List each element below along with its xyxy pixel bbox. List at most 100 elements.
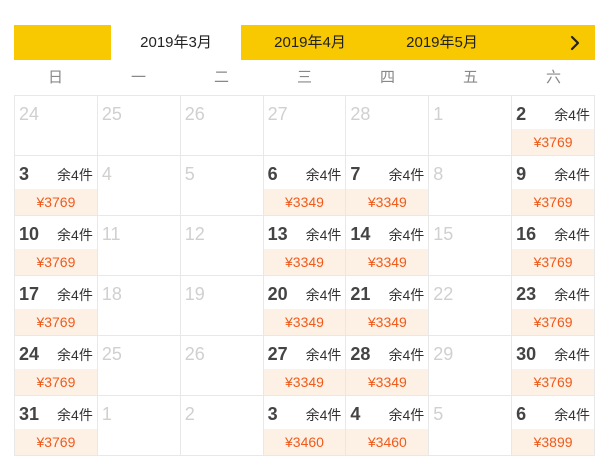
calendar-day-available[interactable]: 9 余4件 ¥3769 xyxy=(512,156,595,216)
calendar-day-disabled: 22 xyxy=(429,276,513,336)
price-label: ¥3460 xyxy=(346,429,429,455)
calendar-day-available[interactable]: 4 余4件 ¥3460 xyxy=(346,396,430,456)
weekday-tue: 二 xyxy=(213,69,229,86)
calendar-day-disabled: 26 xyxy=(180,336,264,396)
calendar-day-disabled: 1 xyxy=(429,96,513,156)
next-month-button[interactable] xyxy=(563,25,587,60)
day-number: 28 xyxy=(350,344,371,364)
calendar-day-available[interactable]: 23 余4件 ¥3769 xyxy=(512,276,595,336)
day-number: 20 xyxy=(267,284,288,304)
price-label: ¥3349 xyxy=(346,189,429,215)
day-number: 28 xyxy=(350,104,371,124)
calendar-day-available[interactable]: 20 余4件 ¥3349 xyxy=(263,276,347,336)
calendar-day-disabled: 5 xyxy=(180,156,264,216)
price-label: ¥3769 xyxy=(512,249,594,275)
price-label: ¥3349 xyxy=(263,309,346,335)
day-number: 19 xyxy=(184,284,205,304)
calendar-day-available[interactable]: 3 余4件 ¥3460 xyxy=(263,396,347,456)
calendar-day-available[interactable]: 31 余4件 ¥3769 xyxy=(15,396,98,456)
day-number: 16 xyxy=(516,224,537,244)
calendar-day-disabled: 25 xyxy=(97,96,181,156)
day-number: 21 xyxy=(350,284,371,304)
stock-label: 余4件 xyxy=(305,167,342,183)
calendar-day-available[interactable]: 3 余4件 ¥3769 xyxy=(15,156,98,216)
calendar-day-available[interactable]: 2 余4件 ¥3769 xyxy=(512,96,595,156)
stock-label: 余4件 xyxy=(57,167,93,183)
stock-label: 余4件 xyxy=(388,407,425,423)
day-number: 27 xyxy=(267,104,288,124)
tab-month-may[interactable]: 2019年5月 xyxy=(376,25,508,60)
calendar-day-available[interactable]: 7 余4件 ¥3349 xyxy=(346,156,430,216)
day-number: 24 xyxy=(19,104,40,124)
price-label: ¥3769 xyxy=(15,429,97,455)
tab-month-march[interactable]: 2019年3月 xyxy=(111,25,241,60)
stock-label: 余4件 xyxy=(57,287,93,303)
day-number: 29 xyxy=(433,344,454,364)
calendar-day-available[interactable]: 6 余4件 ¥3899 xyxy=(512,396,595,456)
stock-label: 余4件 xyxy=(388,227,425,243)
day-number: 9 xyxy=(516,164,527,184)
day-number: 23 xyxy=(516,284,537,304)
day-number: 7 xyxy=(350,164,361,184)
day-number: 26 xyxy=(184,344,205,364)
calendar-day-available[interactable]: 30 余4件 ¥3769 xyxy=(512,336,595,396)
calendar-day-available[interactable]: 10 余4件 ¥3769 xyxy=(15,216,98,276)
weekday-header: 日 一 二 三 四 五 六 xyxy=(14,60,595,96)
calendar-day-available[interactable]: 17 余4件 ¥3769 xyxy=(15,276,98,336)
day-number: 27 xyxy=(267,344,288,364)
stock-label: 余4件 xyxy=(305,347,342,363)
month-tab-bar: 2019年3月 2019年4月 2019年5月 xyxy=(14,25,595,60)
calendar-day-disabled: 5 xyxy=(429,396,513,456)
stock-label: 余4件 xyxy=(57,227,93,243)
price-label: ¥3769 xyxy=(512,309,594,335)
price-label: ¥3769 xyxy=(512,369,594,395)
calendar-day-available[interactable]: 27 余4件 ¥3349 xyxy=(263,336,347,396)
day-number: 31 xyxy=(19,404,40,424)
stock-label: 余4件 xyxy=(554,227,590,243)
price-label: ¥3769 xyxy=(15,189,97,215)
tab-month-april[interactable]: 2019年4月 xyxy=(244,25,376,60)
calendar-day-available[interactable]: 28 余4件 ¥3349 xyxy=(346,336,430,396)
calendar-day-disabled: 26 xyxy=(180,96,264,156)
stock-label: 余4件 xyxy=(554,107,590,123)
day-number: 4 xyxy=(350,404,361,424)
price-label: ¥3769 xyxy=(512,189,594,215)
calendar-day-available[interactable]: 24 余4件 ¥3769 xyxy=(15,336,98,396)
calendar-day-disabled: 19 xyxy=(180,276,264,336)
stock-label: 余4件 xyxy=(388,287,425,303)
calendar-day-disabled: 4 xyxy=(97,156,181,216)
day-number: 13 xyxy=(267,224,288,244)
weekday-fri: 五 xyxy=(462,69,478,86)
day-number: 3 xyxy=(19,164,30,184)
day-number: 5 xyxy=(184,164,195,184)
day-number: 1 xyxy=(433,104,444,124)
price-label: ¥3769 xyxy=(15,369,97,395)
stock-label: 余4件 xyxy=(554,347,590,363)
weekday-thu: 四 xyxy=(379,69,395,86)
day-number: 17 xyxy=(19,284,40,304)
day-number: 14 xyxy=(350,224,371,244)
calendar-day-disabled: 27 xyxy=(263,96,347,156)
weekday-sun: 日 xyxy=(47,69,63,86)
price-label: ¥3769 xyxy=(15,309,97,335)
day-number: 24 xyxy=(19,344,40,364)
stock-label: 余4件 xyxy=(305,287,342,303)
calendar-day-available[interactable]: 16 余4件 ¥3769 xyxy=(512,216,595,276)
price-label: ¥3349 xyxy=(346,309,429,335)
calendar-day-available[interactable]: 14 余4件 ¥3349 xyxy=(346,216,430,276)
day-number: 8 xyxy=(433,164,444,184)
price-label: ¥3349 xyxy=(263,249,346,275)
calendar-day-disabled: 25 xyxy=(97,336,181,396)
weekday-sat: 六 xyxy=(545,69,561,86)
stock-label: 余4件 xyxy=(554,167,590,183)
stock-label: 余4件 xyxy=(57,407,93,423)
calendar-day-available[interactable]: 21 余4件 ¥3349 xyxy=(346,276,430,336)
calendar-day-available[interactable]: 13 余4件 ¥3349 xyxy=(263,216,347,276)
price-label: ¥3349 xyxy=(346,249,429,275)
day-number: 12 xyxy=(184,224,205,244)
weekday-mon: 一 xyxy=(130,69,146,86)
day-number: 30 xyxy=(516,344,537,364)
calendar-day-disabled: 12 xyxy=(180,216,264,276)
calendar-day-available[interactable]: 6 余4件 ¥3349 xyxy=(263,156,347,216)
price-label: ¥3460 xyxy=(263,429,346,455)
